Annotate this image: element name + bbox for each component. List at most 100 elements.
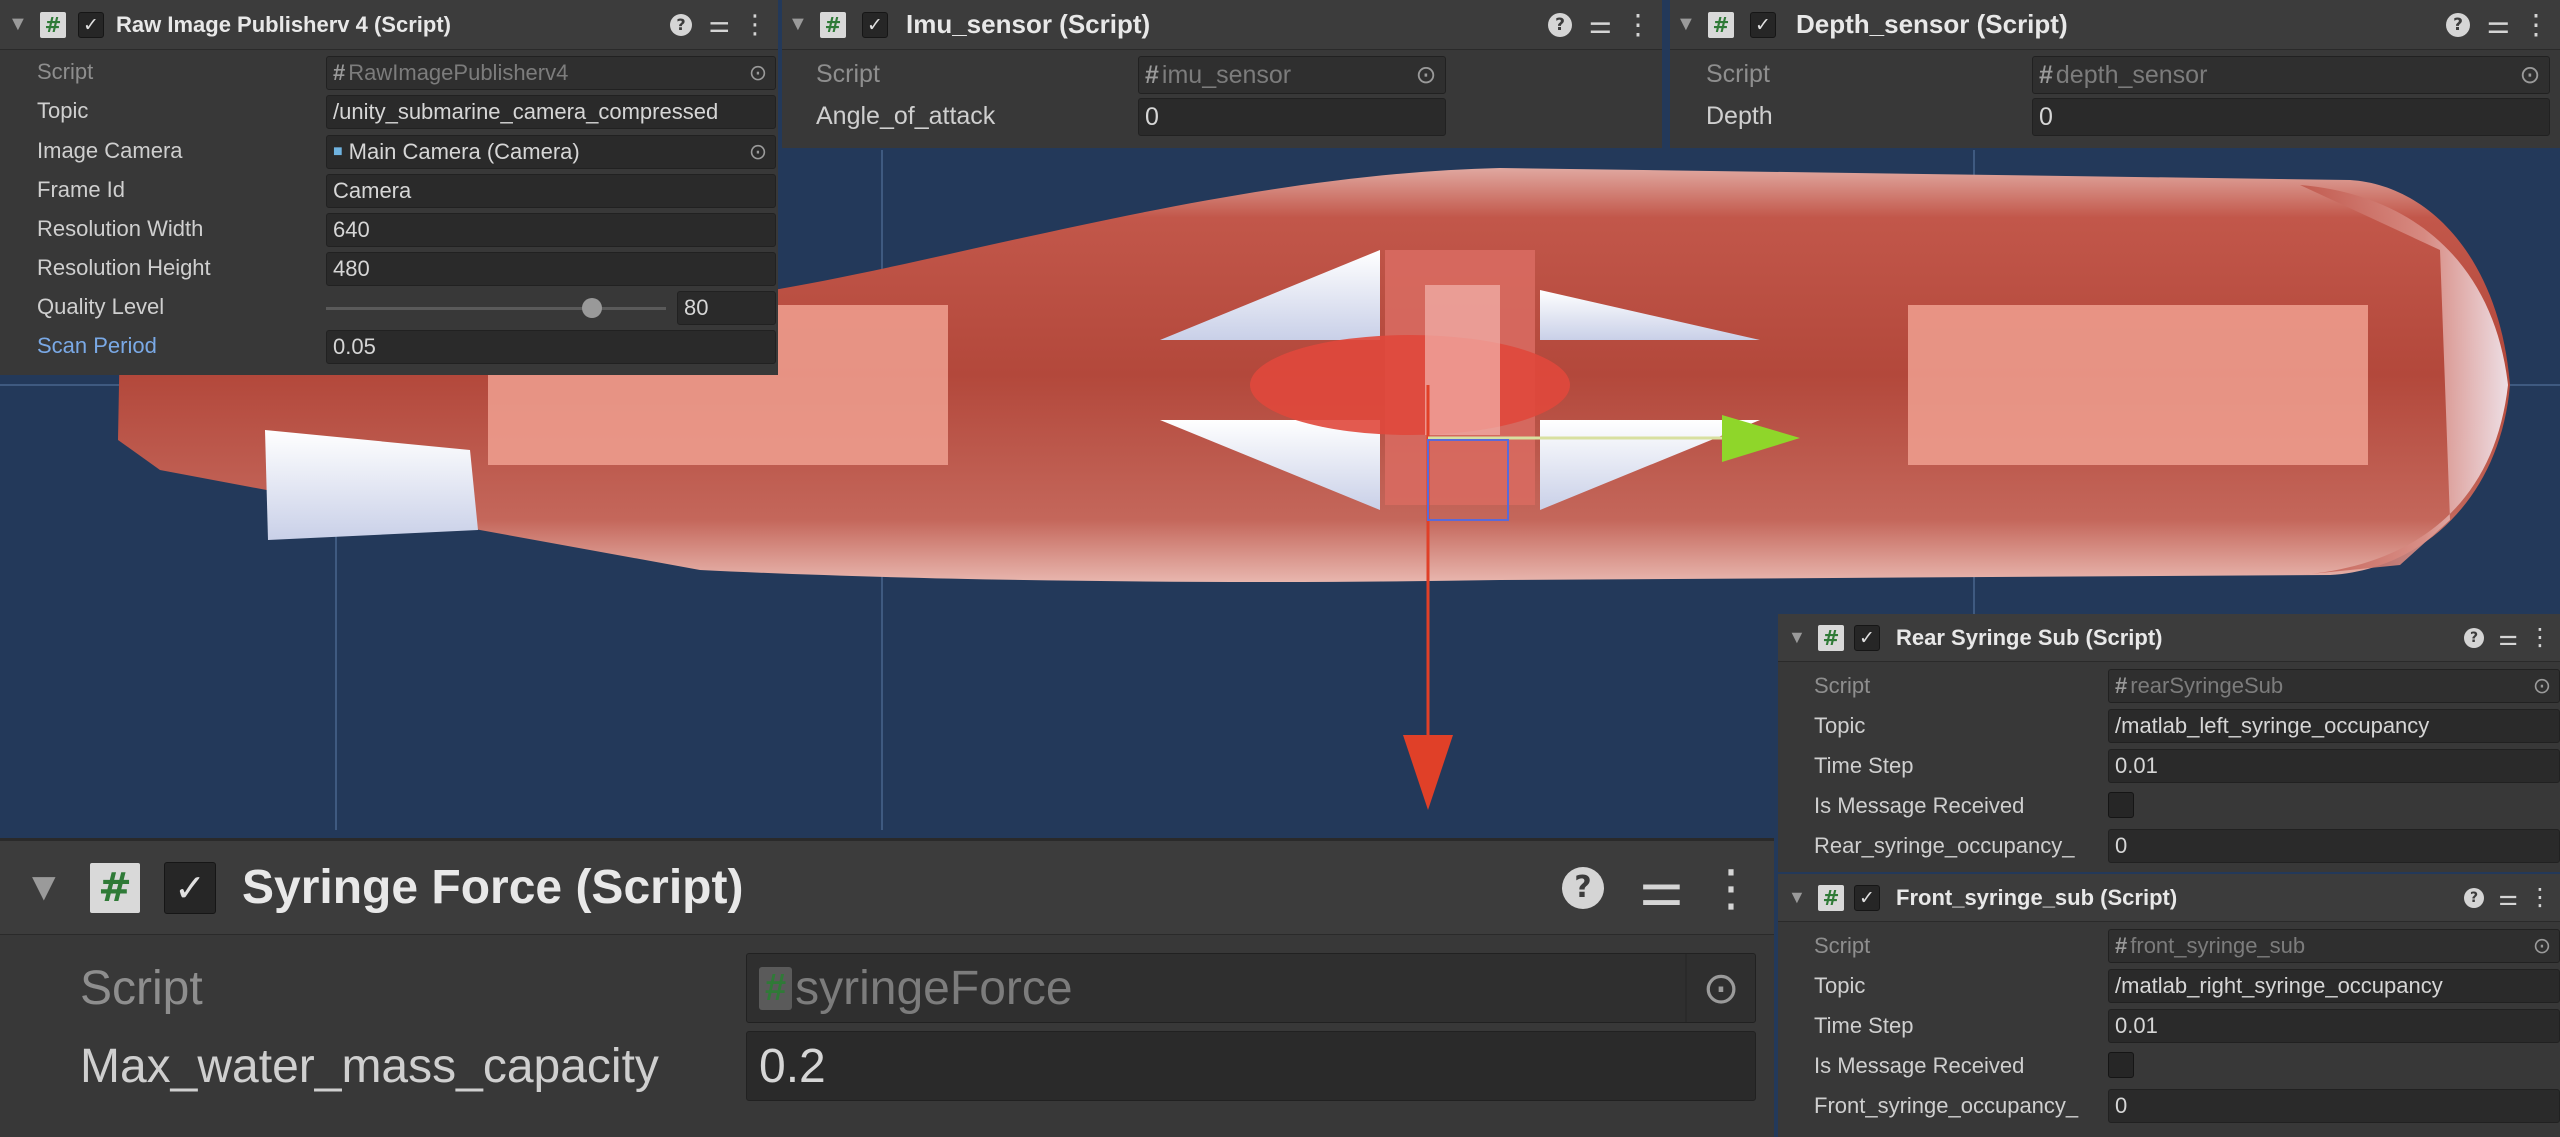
- slider-thumb[interactable]: [582, 298, 602, 318]
- syringe-force-panel: ▼ # ✓ Syringe Force (Script) ? ⚌ ⋮ Scrip…: [0, 838, 1774, 1137]
- topic-input[interactable]: /matlab_right_syringe_occupancy: [2108, 969, 2560, 1003]
- field-label-resolution-width: Resolution Width: [37, 216, 204, 241]
- camera-icon: ■: [333, 143, 343, 160]
- object-picker-icon[interactable]: ⊙: [2511, 57, 2549, 93]
- field-label-resolution-height: Resolution Height: [37, 255, 211, 280]
- script-field-value: depth_sensor: [2055, 60, 2208, 89]
- sliders-icon[interactable]: ⚌: [2487, 9, 2510, 40]
- triangle-down-icon[interactable]: ▼: [1788, 627, 1806, 648]
- checkmark-icon[interactable]: ✓: [862, 11, 888, 38]
- help-icon[interactable]: ?: [1548, 12, 1572, 37]
- checkmark-icon[interactable]: ✓: [1854, 624, 1880, 651]
- field-label-time-step: Time Step: [1814, 753, 1914, 778]
- hash-icon: #: [1818, 624, 1844, 651]
- sliders-icon[interactable]: ⚌: [708, 10, 730, 39]
- field-label-is-message-received: Is Message Received: [1814, 1053, 2025, 1078]
- checkmark-icon[interactable]: ✓: [1750, 11, 1776, 38]
- time-step-input[interactable]: 0.01: [2108, 749, 2560, 783]
- sliders-icon[interactable]: ⚌: [1589, 9, 1612, 40]
- field-label-image-camera: Image Camera: [37, 138, 183, 163]
- slider-track: [326, 307, 666, 310]
- hash-icon: #: [2039, 60, 2053, 89]
- field-label-script: Script: [1814, 933, 1871, 958]
- script-field[interactable]: # depth_sensor ⊙: [2032, 56, 2550, 94]
- image-camera-field[interactable]: ■ Main Camera (Camera) ⊙: [326, 135, 776, 169]
- kebab-menu-icon[interactable]: ⋮: [742, 9, 768, 40]
- hash-icon: #: [333, 60, 346, 85]
- hash-icon: #: [820, 11, 846, 38]
- is-message-received-checkbox[interactable]: [2108, 792, 2134, 818]
- y-axis-arrow[interactable]: [1403, 735, 1453, 810]
- front-syringe-occupancy-input[interactable]: 0: [2108, 1089, 2560, 1123]
- hash-icon: #: [90, 862, 140, 913]
- component-header[interactable]: ▼ # ✓ Imu_sensor (Script) ? ⚌ ⋮: [782, 0, 1662, 50]
- help-icon[interactable]: ?: [2464, 887, 2484, 908]
- image-camera-value: Main Camera (Camera): [348, 139, 580, 164]
- kebab-menu-icon[interactable]: ⋮: [2528, 623, 2552, 652]
- kebab-menu-icon[interactable]: ⋮: [1706, 859, 1756, 917]
- resolution-width-input[interactable]: 640: [326, 213, 776, 247]
- component-header[interactable]: ▼ # ✓ Syringe Force (Script) ? ⚌ ⋮: [0, 841, 1774, 935]
- triangle-down-icon[interactable]: ▼: [788, 13, 808, 36]
- script-field[interactable]: # imu_sensor ⊙: [1138, 56, 1446, 94]
- field-label-time-step: Time Step: [1814, 1013, 1914, 1038]
- checkmark-icon[interactable]: ✓: [78, 11, 104, 38]
- topic-input[interactable]: /unity_submarine_camera_compressed: [326, 95, 776, 129]
- component-header[interactable]: ▼ # ✓ Depth_sensor (Script) ? ⚌ ⋮: [1670, 0, 2560, 50]
- script-field[interactable]: # rearSyringeSub ⊙: [2108, 669, 2560, 703]
- field-label-is-message-received: Is Message Received: [1814, 793, 2025, 818]
- quality-level-input[interactable]: 80: [677, 291, 776, 325]
- component-header[interactable]: ▼ # ✓ Front_syringe_sub (Script) ? ⚌ ⋮: [1778, 874, 2560, 922]
- time-step-input[interactable]: 0.01: [2108, 1009, 2560, 1043]
- object-picker-icon[interactable]: ⊙: [1407, 57, 1445, 93]
- kebab-menu-icon[interactable]: ⋮: [2522, 8, 2550, 41]
- hash-icon: #: [2115, 933, 2128, 958]
- object-picker-icon[interactable]: ⊙: [741, 57, 775, 89]
- sliders-icon[interactable]: ⚌: [2498, 885, 2518, 911]
- help-icon[interactable]: ?: [2446, 12, 2470, 37]
- object-picker-icon[interactable]: ⊙: [741, 136, 775, 168]
- checkmark-icon[interactable]: ✓: [164, 861, 216, 914]
- kebab-menu-icon[interactable]: ⋮: [1624, 8, 1652, 41]
- object-picker-icon[interactable]: ⊙: [1685, 954, 1755, 1022]
- resolution-height-input[interactable]: 480: [326, 252, 776, 286]
- depth-input[interactable]: 0: [2032, 98, 2550, 136]
- script-field-value: syringeForce: [795, 961, 1073, 1015]
- field-label-script: Script: [1814, 673, 1871, 698]
- field-label-script: Script: [80, 962, 203, 1015]
- topic-input[interactable]: /matlab_left_syringe_occupancy: [2108, 709, 2560, 743]
- front-syringe-sub-panel: ▼ # ✓ Front_syringe_sub (Script) ? ⚌ ⋮ S…: [1778, 874, 2560, 1137]
- triangle-down-icon[interactable]: ▼: [1788, 887, 1806, 908]
- object-picker-icon[interactable]: ⊙: [2525, 930, 2559, 962]
- sliders-icon[interactable]: ⚌: [2498, 625, 2518, 651]
- script-field[interactable]: # syringeForce ⊙: [746, 953, 1756, 1023]
- hull-window-front: [1908, 305, 2368, 465]
- script-field[interactable]: # front_syringe_sub ⊙: [2108, 929, 2560, 963]
- rear-syringe-occupancy-input[interactable]: 0: [2108, 829, 2560, 863]
- frame-id-input[interactable]: Camera: [326, 174, 776, 208]
- help-icon[interactable]: ?: [670, 13, 692, 36]
- sliders-icon[interactable]: ⚌: [1639, 859, 1684, 917]
- triangle-down-icon[interactable]: ▼: [1676, 13, 1696, 36]
- rear-syringe-sub-panel: ▼ # ✓ Rear Syringe Sub (Script) ? ⚌ ⋮ Sc…: [1778, 614, 2560, 872]
- checkmark-icon[interactable]: ✓: [1854, 884, 1880, 911]
- is-message-received-checkbox[interactable]: [2108, 1052, 2134, 1078]
- component-header[interactable]: ▼ # ✓ Rear Syringe Sub (Script) ? ⚌ ⋮: [1778, 614, 2560, 662]
- quality-level-slider[interactable]: [326, 291, 666, 325]
- object-picker-icon[interactable]: ⊙: [2525, 670, 2559, 702]
- script-field-value: front_syringe_sub: [2130, 933, 2306, 958]
- triangle-down-icon[interactable]: ▼: [8, 13, 28, 36]
- max-water-mass-capacity-input[interactable]: 0.2: [746, 1031, 1756, 1101]
- angle-of-attack-input[interactable]: 0: [1138, 98, 1446, 136]
- scan-period-input[interactable]: 0.05: [326, 330, 776, 364]
- help-icon[interactable]: ?: [2464, 627, 2484, 648]
- field-label-scan-period: Scan Period: [37, 333, 157, 358]
- component-header[interactable]: ▼ # ✓ Raw Image Publisherv 4 (Script) ? …: [0, 0, 778, 50]
- imu-sensor-panel: ▼ # ✓ Imu_sensor (Script) ? ⚌ ⋮ Script #…: [782, 0, 1662, 148]
- help-icon[interactable]: ?: [1562, 866, 1604, 909]
- field-label-depth: Depth: [1706, 102, 1773, 130]
- triangle-down-icon[interactable]: ▼: [24, 865, 64, 910]
- kebab-menu-icon[interactable]: ⋮: [2528, 883, 2552, 912]
- script-field-value: RawImagePublisherv4: [348, 60, 569, 85]
- script-field[interactable]: # RawImagePublisherv4 ⊙: [326, 56, 776, 90]
